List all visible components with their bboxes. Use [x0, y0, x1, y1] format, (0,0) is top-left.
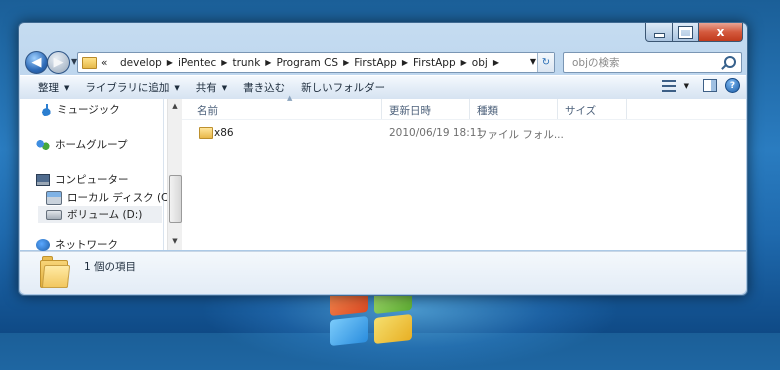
folder-icon — [82, 56, 97, 69]
forward-arrow-icon: ▶ — [53, 55, 64, 70]
music-icon — [38, 103, 52, 116]
nav-item-network[interactable]: ネットワーク — [36, 237, 118, 252]
column-header-modified[interactable]: 更新日時 — [389, 103, 431, 118]
scroll-up-icon[interactable]: ▲ — [168, 99, 182, 113]
nav-item-label: コンピューター — [55, 174, 129, 186]
command-bar: 整理 ▼ ライブラリに追加 ▼ 共有 ▼ 書き込む 新しいフォルダー ▼ ? — [20, 75, 746, 100]
column-header-type[interactable]: 種類 — [477, 103, 498, 118]
chevron-right-icon[interactable]: ▶ — [221, 58, 227, 67]
nav-item-label: ローカル ディスク (C: — [67, 192, 172, 204]
folder-large-icon — [40, 256, 71, 288]
back-arrow-icon: ◀ — [31, 55, 42, 70]
add-to-library-button[interactable]: ライブラリに追加 ▼ — [77, 77, 187, 98]
maximize-icon — [678, 25, 693, 39]
status-text: 1 個の項目 — [84, 261, 137, 273]
help-icon[interactable]: ? — [725, 78, 740, 93]
breadcrumb-item[interactable]: Program CS — [276, 57, 338, 69]
file-row[interactable]: x86 2010/06/19 18:11 ファイル フォル... — [182, 124, 746, 142]
nav-item-label: ホームグループ — [55, 139, 128, 151]
close-button[interactable]: x — [699, 23, 743, 42]
chevron-right-icon[interactable]: ▶ — [265, 58, 271, 67]
breadcrumb-item[interactable]: iPentec — [178, 57, 216, 69]
burn-label: 書き込む — [243, 82, 286, 94]
content-area: ミュージック ホームグループ コンピューター ローカル ディスク (C: ボリュ… — [20, 94, 746, 252]
computer-icon — [36, 173, 50, 186]
burn-button[interactable]: 書き込む — [235, 77, 293, 98]
organize-label: 整理 — [38, 82, 59, 94]
breadcrumb-item[interactable]: obj — [472, 57, 488, 69]
chevron-right-icon[interactable]: ▶ — [461, 58, 467, 67]
file-list: ▲ 名前 更新日時 種類 サイズ x86 2010/06/19 18:11 ファ… — [182, 94, 746, 250]
chevron-down-icon: ▼ — [221, 83, 228, 92]
share-button[interactable]: 共有 ▼ — [188, 77, 235, 98]
minimize-button[interactable] — [645, 23, 673, 42]
navigation-pane: ミュージック ホームグループ コンピューター ローカル ディスク (C: ボリュ… — [20, 99, 172, 252]
address-bar[interactable]: « develop ▶ iPentec ▶ trunk ▶ Program CS ▶ F… — [77, 52, 555, 73]
nav-item-label: ミュージック — [57, 104, 120, 116]
folder-icon — [199, 127, 213, 139]
file-name: x86 — [214, 127, 234, 139]
breadcrumb-item[interactable]: trunk — [232, 57, 260, 69]
scroll-thumb[interactable] — [169, 175, 182, 223]
breadcrumb-overflow[interactable]: « — [101, 57, 107, 69]
nav-item-label: ネットワーク — [55, 239, 118, 251]
add-to-library-label: ライブラリに追加 — [85, 82, 170, 94]
scroll-down-icon[interactable]: ▼ — [168, 234, 182, 248]
explorer-window: x ◀ ▶ ▼ « develop ▶ iPentec ▶ trunk ▶ Progr… — [18, 22, 748, 296]
local-disk-icon — [46, 190, 62, 205]
column-header-name[interactable]: 名前 — [197, 103, 218, 118]
sort-arrow-icon: ▲ — [287, 94, 293, 102]
search-input[interactable] — [570, 55, 724, 70]
organize-button[interactable]: 整理 ▼ — [30, 77, 77, 98]
homegroup-icon — [36, 138, 50, 151]
file-modified: 2010/06/19 18:11 — [389, 127, 484, 139]
preview-pane-icon[interactable] — [703, 79, 717, 92]
nav-scrollbar[interactable]: ▲ ▼ — [167, 99, 182, 250]
search-box — [563, 52, 742, 73]
maximize-button[interactable] — [673, 23, 699, 42]
network-icon — [36, 238, 50, 251]
breadcrumb-item[interactable]: FirstApp — [413, 57, 456, 69]
nav-item-local-disk[interactable]: ローカル ディスク (C: — [46, 190, 172, 205]
nav-item-homegroup[interactable]: ホームグループ — [36, 137, 128, 152]
column-headers: ▲ 名前 更新日時 種類 サイズ — [182, 94, 746, 120]
close-icon: x — [716, 25, 725, 39]
forward-button[interactable]: ▶ — [47, 51, 70, 74]
refresh-icon: ↻ — [541, 57, 551, 68]
back-button[interactable]: ◀ — [25, 51, 48, 74]
chevron-right-icon[interactable]: ▶ — [493, 58, 499, 67]
new-folder-label: 新しいフォルダー — [301, 82, 386, 94]
view-options-icon[interactable] — [661, 79, 676, 92]
toolbar-right: ▼ ? — [661, 78, 740, 93]
chevron-down-icon: ▼ — [64, 83, 70, 92]
breadcrumb: « develop ▶ iPentec ▶ trunk ▶ Program CS ▶ F… — [101, 57, 504, 69]
nav-item-computer[interactable]: コンピューター — [36, 172, 129, 187]
windows-logo — [330, 284, 420, 348]
breadcrumb-item[interactable]: develop — [120, 57, 162, 69]
minimize-icon — [653, 32, 665, 38]
refresh-button[interactable]: ↻ — [537, 53, 554, 72]
search-icon[interactable] — [724, 56, 736, 68]
breadcrumb-item[interactable]: FirstApp — [354, 57, 397, 69]
chevron-down-icon: ▼ — [174, 83, 180, 92]
chevron-right-icon[interactable]: ▶ — [343, 58, 349, 67]
view-chevron-down-icon[interactable]: ▼ — [684, 82, 689, 90]
share-label: 共有 — [195, 82, 217, 94]
file-type: ファイル フォル... — [477, 129, 564, 141]
caption-buttons: x — [645, 23, 743, 42]
details-pane: 1 個の項目 — [20, 251, 746, 294]
chevron-right-icon[interactable]: ▶ — [167, 58, 173, 67]
drive-icon — [46, 209, 62, 220]
nav-item-volume-d[interactable]: ボリューム (D:) — [38, 206, 162, 223]
column-header-size[interactable]: サイズ — [565, 103, 596, 118]
new-folder-button[interactable]: 新しいフォルダー — [293, 77, 393, 98]
nav-item-music[interactable]: ミュージック — [38, 102, 120, 117]
address-dropdown-icon[interactable]: ▼ — [530, 57, 536, 66]
chevron-right-icon[interactable]: ▶ — [402, 58, 408, 67]
nav-item-label: ボリューム (D:) — [67, 209, 143, 221]
